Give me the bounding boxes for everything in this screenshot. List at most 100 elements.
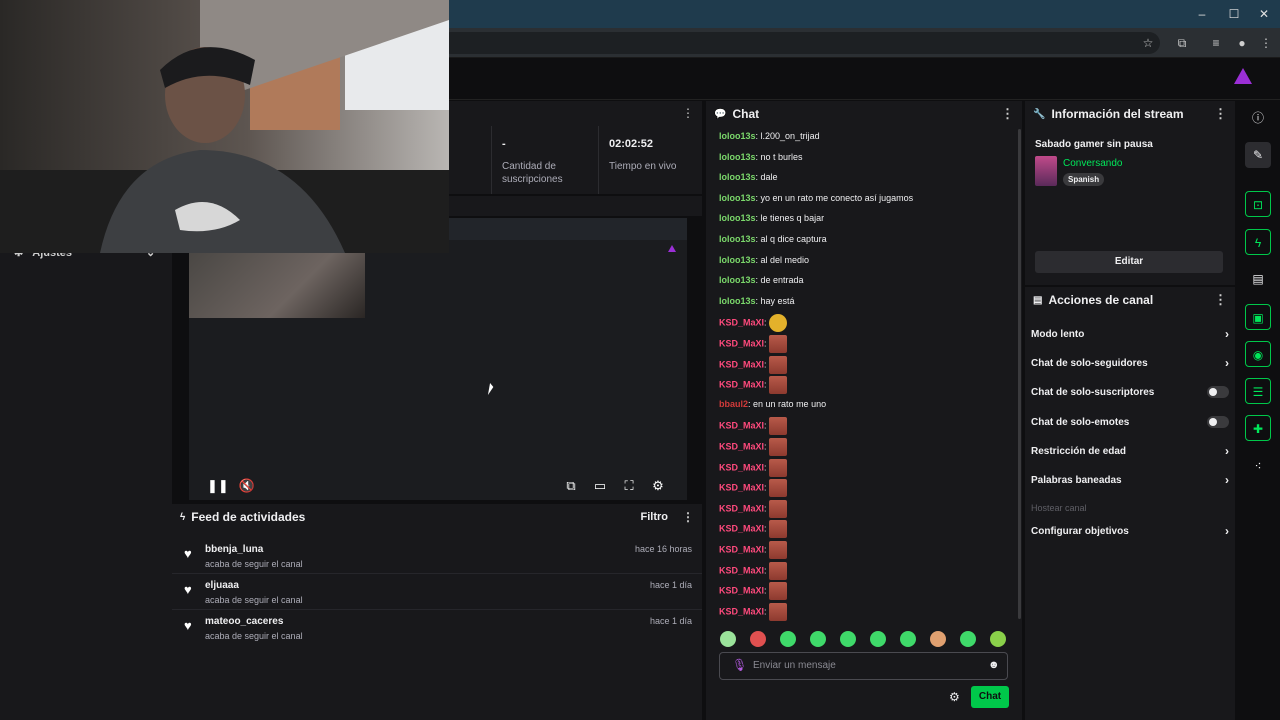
- emote-bar-emote-icon[interactable]: [990, 631, 1006, 647]
- media-control-icon[interactable]: ≡: [1206, 33, 1226, 53]
- toggle-switch[interactable]: [1207, 416, 1229, 428]
- extensions-rail-icon[interactable]: ⁖: [1245, 453, 1271, 479]
- face-emote-icon[interactable]: [769, 376, 788, 395]
- chat-message[interactable]: loloo13s: al del medio: [719, 253, 809, 271]
- pencil-icon[interactable]: ✎: [1245, 142, 1271, 168]
- chat-message[interactable]: KSD_MaXI:: [719, 541, 788, 559]
- channel-action-item[interactable]: Chat de solo-emotes: [1031, 412, 1229, 432]
- chat-username[interactable]: loloo13s: [719, 172, 756, 182]
- chat-username[interactable]: loloo13s: [719, 296, 756, 306]
- panel-menu-icon[interactable]: ⋮: [682, 106, 694, 120]
- chat-message[interactable]: loloo13s: al q dice captura: [719, 232, 827, 250]
- emote-bar-emote-icon[interactable]: [750, 631, 766, 647]
- chat-username[interactable]: KSD_MaXI: [719, 441, 764, 451]
- theater-mode-icon[interactable]: ▭: [590, 477, 610, 495]
- chat-message[interactable]: loloo13s: hay está: [719, 294, 795, 312]
- channel-action-item[interactable]: Configurar objetivos ›: [1031, 521, 1229, 541]
- feed-item[interactable]: ♥ bbenja_luna acaba de seguir el canal h…: [172, 538, 702, 574]
- chat-username[interactable]: KSD_MaXI: [719, 606, 764, 616]
- chat-message[interactable]: KSD_MaXI:: [719, 499, 788, 518]
- channel-action-item[interactable]: Restricción de edad ›: [1031, 441, 1229, 461]
- chat-username[interactable]: KSD_MaXI: [719, 586, 764, 596]
- chat-username[interactable]: KSD_MaXI: [719, 338, 764, 348]
- channel-action-item[interactable]: Chat de solo-suscriptores: [1031, 382, 1229, 402]
- face-emote-icon[interactable]: [769, 479, 788, 498]
- screenshot-icon[interactable]: ⊡: [1245, 191, 1271, 217]
- face-emote-icon[interactable]: [769, 355, 788, 374]
- chat-username[interactable]: loloo13s: [719, 152, 756, 162]
- chat-message[interactable]: loloo13s: le tienes q bajar: [719, 211, 824, 229]
- chat-message[interactable]: KSD_MaXI:: [719, 438, 788, 456]
- chat-username[interactable]: KSD_MaXI: [719, 524, 764, 534]
- chat-message[interactable]: KSD_MaXI:: [719, 582, 788, 601]
- chat-message[interactable]: loloo13s: l.200_on_trijad: [719, 129, 820, 147]
- chat-message[interactable]: KSD_MaXI:: [719, 335, 788, 353]
- stream-info-menu-icon[interactable]: ⋮: [1214, 106, 1227, 122]
- chat-message[interactable]: KSD_MaXI:: [719, 520, 788, 539]
- channel-action-item[interactable]: Chat de solo-seguidores ›: [1031, 353, 1229, 373]
- filter-button[interactable]: Filtro: [641, 511, 669, 523]
- chat-username[interactable]: loloo13s: [719, 275, 756, 285]
- chat-message[interactable]: KSD_MaXI:: [719, 561, 788, 580]
- info-icon[interactable]: ⓘ: [1245, 105, 1271, 131]
- pause-icon[interactable]: ❚❚: [207, 477, 229, 495]
- cat-emote-icon[interactable]: [769, 314, 788, 333]
- category-box-art[interactable]: [1035, 156, 1057, 186]
- emote-bar-emote-icon[interactable]: [930, 631, 946, 647]
- face-emote-icon[interactable]: [769, 438, 788, 456]
- chat-username[interactable]: KSD_MaXI: [719, 359, 764, 369]
- chat-message[interactable]: KSD_MaXI:: [719, 376, 788, 395]
- close-window-button[interactable]: ✕: [1254, 4, 1274, 24]
- feed-menu-icon[interactable]: ⋮: [682, 510, 694, 524]
- emoji-picker-icon[interactable]: ☻: [988, 659, 1000, 671]
- chat-send-button[interactable]: Chat: [971, 686, 1009, 708]
- chat-username[interactable]: bbaul2: [719, 399, 748, 409]
- chat-username[interactable]: KSD_MaXI: [719, 318, 764, 328]
- brand-logo-icon[interactable]: [1234, 68, 1252, 84]
- face-emote-icon[interactable]: [769, 499, 788, 518]
- face-emote-icon[interactable]: [769, 458, 788, 477]
- chat-username[interactable]: KSD_MaXI: [719, 380, 764, 390]
- chat-settings-gear-icon[interactable]: ⚙: [949, 690, 960, 704]
- video-settings-gear-icon[interactable]: ⚙: [648, 477, 668, 495]
- chat-username[interactable]: KSD_MaXI: [719, 565, 764, 575]
- microphone-icon[interactable]: 🎙: [732, 658, 747, 672]
- profile-avatar[interactable]: ●: [1232, 33, 1252, 53]
- picture-in-picture-icon[interactable]: ⧉: [561, 477, 581, 495]
- chat-username[interactable]: KSD_MaXI: [719, 483, 764, 493]
- chat-message[interactable]: loloo13s: yo en un rato me conecto así j…: [719, 191, 913, 209]
- emote-bar-emote-icon[interactable]: [960, 631, 976, 647]
- toggle-switch[interactable]: [1207, 386, 1229, 398]
- face-emote-icon[interactable]: [769, 417, 788, 436]
- feed-item[interactable]: ♥ eljuaaa acaba de seguir el canal hace …: [172, 574, 702, 610]
- chat-message[interactable]: KSD_MaXI:: [719, 458, 788, 477]
- channel-action-item[interactable]: Palabras baneadas ›: [1031, 470, 1229, 490]
- tools-icon[interactable]: ✚: [1245, 415, 1271, 441]
- chat-username[interactable]: loloo13s: [719, 193, 756, 203]
- chat-rail-icon[interactable]: ▣: [1245, 304, 1271, 330]
- chat-username[interactable]: loloo13s: [719, 213, 756, 223]
- chat-username[interactable]: KSD_MaXI: [719, 503, 764, 513]
- minimize-window-button[interactable]: –: [1192, 4, 1212, 24]
- chat-message[interactable]: KSD_MaXI:: [719, 355, 788, 374]
- fullscreen-icon[interactable]: ⛶: [619, 477, 639, 495]
- layout-icon[interactable]: ☰: [1245, 378, 1271, 404]
- chat-menu-icon[interactable]: ⋮: [1001, 106, 1014, 122]
- chat-message[interactable]: KSD_MaXI:: [719, 602, 788, 621]
- chat-message[interactable]: KSD_MaXI:: [719, 479, 788, 498]
- emote-bar-emote-icon[interactable]: [780, 631, 796, 647]
- emote-bar-emote-icon[interactable]: [810, 631, 826, 647]
- chat-message[interactable]: KSD_MaXI:: [719, 314, 788, 333]
- chat-message[interactable]: loloo13s: no t burles: [719, 150, 803, 168]
- channel-actions-menu-icon[interactable]: ⋮: [1214, 292, 1227, 308]
- chat-message[interactable]: KSD_MaXI:: [719, 417, 788, 436]
- chat-message[interactable]: loloo13s: dale: [719, 170, 778, 188]
- address-bar[interactable]: [440, 32, 1160, 54]
- edit-stream-button[interactable]: Editar: [1035, 251, 1223, 273]
- feed-item[interactable]: ♥ mateoo_caceres acaba de seguir el cana…: [172, 610, 702, 646]
- face-emote-icon[interactable]: [769, 582, 788, 601]
- chat-username[interactable]: KSD_MaXI: [719, 421, 764, 431]
- emote-bar-emote-icon[interactable]: [840, 631, 856, 647]
- broadcast-icon[interactable]: ◉: [1245, 341, 1271, 367]
- extensions-icon[interactable]: ⧉: [1172, 33, 1192, 53]
